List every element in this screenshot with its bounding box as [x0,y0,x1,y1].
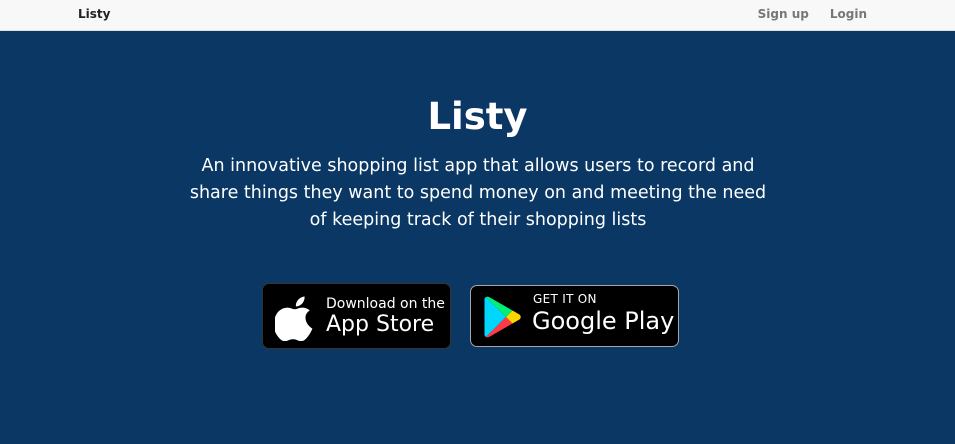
app-store-line1: Download on the [326,296,445,312]
brand-link[interactable]: Listy [78,7,110,21]
apple-icon [275,296,313,341]
google-play-icon [484,296,521,338]
login-link[interactable]: Login [830,7,867,21]
google-play-line1: GET IT ON [533,292,597,306]
app-store-line2: App Store [326,312,435,337]
hero-title: Listy [427,95,528,138]
navbar: Listy Sign up Login [0,0,955,31]
app-store-badge[interactable]: Download on the App Store [262,283,451,349]
hero-section: Listy An innovative shopping list app th… [0,31,955,444]
signup-link[interactable]: Sign up [758,7,809,21]
hero-description: An innovative shopping list app that all… [189,156,767,230]
google-play-badge[interactable]: GET IT ON Google Play [470,285,679,347]
nav-links: Sign up Login [758,7,867,21]
google-play-line2: Google Play [532,307,675,335]
